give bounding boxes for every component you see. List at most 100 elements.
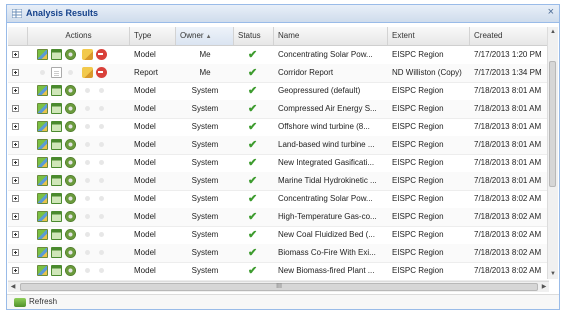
table-icon[interactable] (51, 229, 62, 240)
name-cell: New Biomass-fired Plant ... (278, 266, 375, 275)
run-gear-icon[interactable] (65, 193, 76, 204)
table-icon[interactable] (51, 49, 62, 60)
table-icon[interactable] (51, 157, 62, 168)
table-row[interactable]: Model System New Coal Fluidized Bed (... EI… (8, 226, 549, 245)
type-cell: Report (134, 68, 159, 77)
expand-row-icon[interactable] (12, 159, 19, 166)
created-cell: 7/18/2013 8:01 AM (474, 86, 542, 95)
table-row[interactable]: Report Me Corridor Report ND Williston (Cop… (8, 64, 549, 83)
expand-row-icon[interactable] (12, 105, 19, 112)
table-icon[interactable] (51, 193, 62, 204)
disabled-delete-icon (99, 124, 104, 129)
map-icon[interactable] (37, 121, 48, 132)
table-row[interactable]: Model System New Integrated Gasificati... E… (8, 154, 549, 173)
status-ok-icon: ✔ (248, 193, 258, 205)
owner-cell: System (191, 122, 219, 131)
table-row[interactable]: Model System Marine Tidal Hydrokinetic ...… (8, 172, 549, 191)
table-row[interactable]: Model Me Concentrating Solar Pow... EISPC R… (8, 46, 549, 65)
header-owner[interactable]: Owner ▲ (176, 27, 234, 45)
run-gear-icon[interactable] (65, 85, 76, 96)
table-row[interactable]: Model System High-Temperature Gas-co... EIS… (8, 208, 549, 227)
map-icon[interactable] (37, 175, 48, 186)
table-icon[interactable] (51, 139, 62, 150)
header-name[interactable]: Name (274, 27, 388, 45)
created-cell: 7/18/2013 8:01 AM (474, 176, 542, 185)
run-gear-icon[interactable] (65, 121, 76, 132)
header-actions[interactable]: Actions (28, 27, 130, 45)
run-gear-icon[interactable] (65, 229, 76, 240)
map-icon[interactable] (37, 139, 48, 150)
extent-cell: EISPC Region (392, 86, 444, 95)
table-icon[interactable] (51, 103, 62, 114)
refresh-icon[interactable] (14, 298, 26, 307)
table-icon[interactable] (51, 265, 62, 276)
scroll-right-icon[interactable]: ▶ (539, 282, 549, 292)
header-status[interactable]: Status (234, 27, 274, 45)
scroll-down-icon[interactable]: ▼ (548, 269, 558, 279)
expand-row-icon[interactable] (12, 141, 19, 148)
map-icon[interactable] (37, 247, 48, 258)
expand-row-icon[interactable] (12, 195, 19, 202)
delete-icon[interactable] (96, 49, 107, 60)
expand-row-icon[interactable] (12, 87, 19, 94)
edit-icon[interactable] (82, 49, 93, 60)
run-gear-icon[interactable] (65, 175, 76, 186)
table-row[interactable]: Model System Concentrating Solar Pow... EIS… (8, 190, 549, 209)
run-gear-icon[interactable] (65, 139, 76, 150)
disabled-edit-icon (85, 250, 90, 255)
map-icon[interactable] (37, 229, 48, 240)
header-created[interactable]: Created (470, 27, 549, 45)
edit-icon[interactable] (82, 67, 93, 78)
table-icon[interactable] (51, 175, 62, 186)
header-type[interactable]: Type (130, 27, 176, 45)
table-icon[interactable] (51, 121, 62, 132)
map-icon[interactable] (37, 157, 48, 168)
table-icon[interactable] (51, 211, 62, 222)
expand-row-icon[interactable] (12, 123, 19, 130)
expand-row-icon[interactable] (12, 231, 19, 238)
vertical-scroll-thumb[interactable] (549, 61, 556, 187)
table-icon[interactable] (51, 85, 62, 96)
name-cell: Compressed Air Energy S... (278, 104, 377, 113)
run-gear-icon[interactable] (65, 211, 76, 222)
run-gear-icon[interactable] (65, 103, 76, 114)
table-row[interactable]: Model System New Biomass-fired Plant ... EI… (8, 262, 549, 281)
refresh-button[interactable]: Refresh (29, 297, 57, 306)
map-icon[interactable] (37, 49, 48, 60)
name-cell: Marine Tidal Hydrokinetic ... (278, 176, 377, 185)
table-row[interactable]: Model System Compressed Air Energy S... EIS… (8, 100, 549, 119)
map-icon[interactable] (37, 85, 48, 96)
expand-row-icon[interactable] (12, 267, 19, 274)
expand-row-icon[interactable] (12, 177, 19, 184)
map-icon[interactable] (37, 103, 48, 114)
table-icon[interactable] (51, 247, 62, 258)
expand-row-icon[interactable] (12, 249, 19, 256)
header-extent[interactable]: Extent (388, 27, 470, 45)
expand-row-icon[interactable] (12, 213, 19, 220)
table-row[interactable]: Model System Geopressured (default) EISPC R… (8, 82, 549, 101)
disabled-delete-icon (99, 178, 104, 183)
run-gear-icon[interactable] (65, 247, 76, 258)
vertical-scrollbar[interactable]: ▲ ▼ (547, 27, 558, 279)
disabled-edit-icon (85, 106, 90, 111)
map-icon[interactable] (37, 211, 48, 222)
run-gear-icon[interactable] (65, 157, 76, 168)
horizontal-scrollbar[interactable]: ◀ III ▶ (8, 281, 549, 292)
delete-icon[interactable] (96, 67, 107, 78)
table-row[interactable]: Model System Biomass Co-Fire With Exi... EI… (8, 244, 549, 263)
run-gear-icon[interactable] (65, 265, 76, 276)
expand-row-icon[interactable] (12, 69, 19, 76)
horizontal-scroll-thumb[interactable]: III (20, 283, 538, 291)
expand-row-icon[interactable] (12, 51, 19, 58)
table-row[interactable]: Model System Land-based wind turbine ... EI… (8, 136, 549, 155)
scroll-left-icon[interactable]: ◀ (8, 282, 18, 292)
map-icon[interactable] (37, 193, 48, 204)
run-gear-icon[interactable] (65, 49, 76, 60)
report-doc-icon[interactable] (51, 67, 62, 78)
map-icon[interactable] (37, 265, 48, 276)
scroll-up-icon[interactable]: ▲ (548, 27, 558, 37)
close-icon[interactable]: × (548, 6, 554, 18)
sort-asc-icon: ▲ (205, 34, 212, 40)
type-cell: Model (134, 86, 156, 95)
table-row[interactable]: Model System Offshore wind turbine (8... EI… (8, 118, 549, 137)
